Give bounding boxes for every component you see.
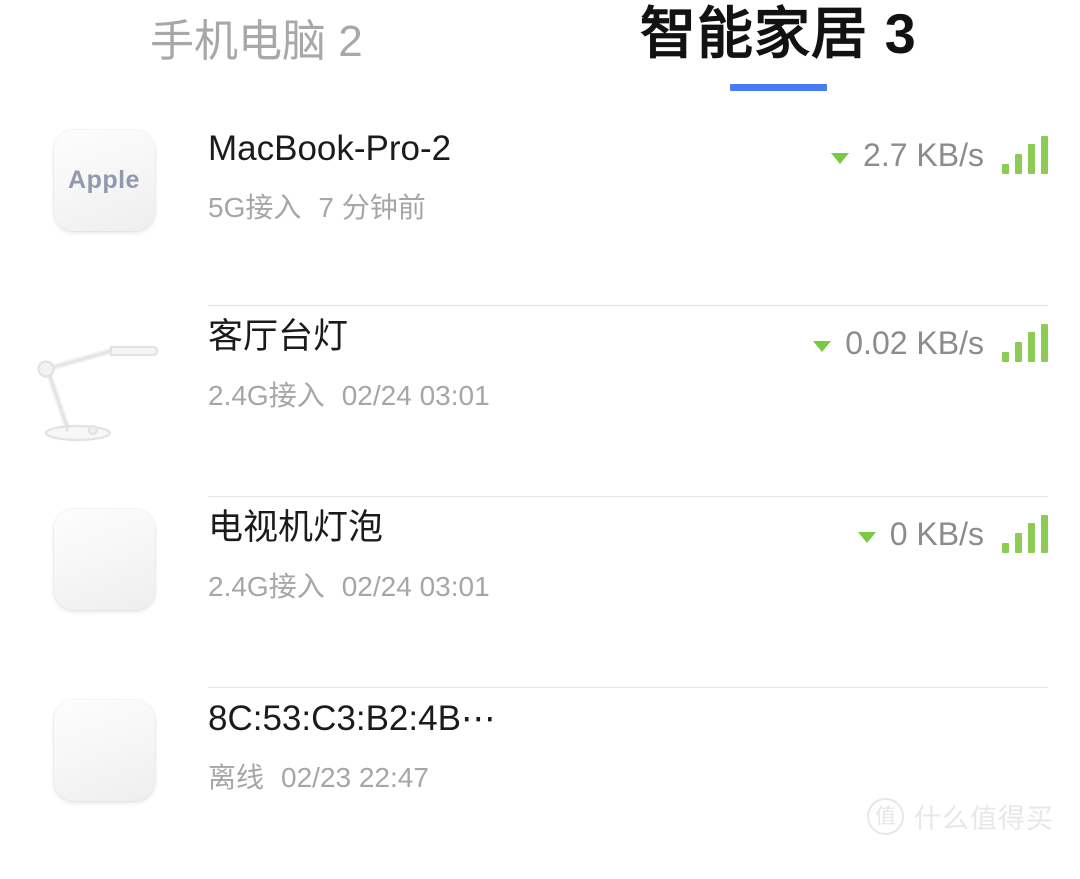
device-speed-cell: 0 KB/s [857,497,1080,553]
device-connection: 5G接入 [208,192,302,223]
device-time: 02/24 03:01 [341,571,490,602]
device-speed: 2.7 KB/s [863,136,984,173]
device-speed-cell: 2.7 KB/s [831,118,1080,174]
tab-smart-home-count: 3 [884,2,917,65]
apple-tile-label: Apple [68,166,140,194]
device-name: 电视机灯泡 [208,508,384,547]
device-list-item[interactable]: 客厅台灯 2.4G接入 02/24 03:01 0.02 KB/s [0,306,1080,497]
device-icon-cell: Apple [0,118,208,231]
download-arrow-icon [831,152,850,164]
device-info: 电视机灯泡 2.4G接入 02/24 03:01 [208,497,858,605]
device-name: 客厅台灯 [208,317,349,356]
device-meta: 2.4G接入 02/24 03:01 [208,374,813,414]
device-speed-cell: 0.02 KB/s [813,306,1080,362]
signal-strength-icon [1002,515,1048,553]
device-info: MacBook-Pro-2 5G接入 7 分钟前 [208,118,831,226]
device-list-item[interactable]: Apple MacBook-Pro-2 5G接入 7 分钟前 2.7 KB/s [0,118,1080,306]
blank-tile-icon [53,509,155,610]
tab-phones-computers-count: 2 [338,17,363,66]
device-info: 8C:53:C3:B2:4B⋯ 离线 02/23 22:47 [208,688,952,796]
desk-lamp-icon [37,345,159,442]
device-connection: 2.4G接入 [208,380,325,411]
device-list-item[interactable]: 电视机灯泡 2.4G接入 02/24 03:01 0 KB/s [0,497,1080,688]
tab-phones-computers[interactable]: 手机电脑 2 [150,20,363,64]
device-list: Apple MacBook-Pro-2 5G接入 7 分钟前 2.7 KB/s [0,118,1080,879]
device-time: 02/23 22:47 [281,762,429,793]
device-speed: 0 KB/s [889,515,984,552]
device-icon-cell [0,688,208,801]
device-connection: 离线 [208,762,265,793]
device-time: 02/24 03:01 [341,380,490,411]
tab-smart-home[interactable]: 智能家居 3 [640,6,917,91]
device-meta: 5G接入 7 分钟前 [208,186,831,226]
device-time: 7 分钟前 [318,192,426,223]
device-meta: 2.4G接入 02/24 03:01 [208,565,858,605]
download-arrow-icon [857,531,876,543]
download-arrow-icon [813,340,832,352]
device-meta: 离线 02/23 22:47 [208,756,952,796]
device-name: 8C:53:C3:B2:4B⋯ [208,699,496,738]
tab-smart-home-label: 智能家居 3 [640,2,917,65]
device-connection: 2.4G接入 [208,571,325,602]
apple-tile-icon: Apple [53,130,155,231]
device-icon-cell [0,306,208,454]
blank-tile-icon [53,700,155,801]
tab-phones-computers-label: 手机电脑 2 [150,17,363,66]
device-name: MacBook-Pro-2 [208,129,452,168]
device-list-item[interactable]: 8C:53:C3:B2:4B⋯ 离线 02/23 22:47 [0,688,1080,879]
device-speed: 0.02 KB/s [845,324,984,361]
device-category-tabs: 手机电脑 2 智能家居 3 [0,0,1080,118]
device-info: 客厅台灯 2.4G接入 02/24 03:01 [208,306,813,414]
device-icon-cell [0,497,208,610]
signal-strength-icon [1002,136,1048,174]
active-tab-indicator [729,84,827,91]
signal-strength-icon [1002,324,1048,362]
